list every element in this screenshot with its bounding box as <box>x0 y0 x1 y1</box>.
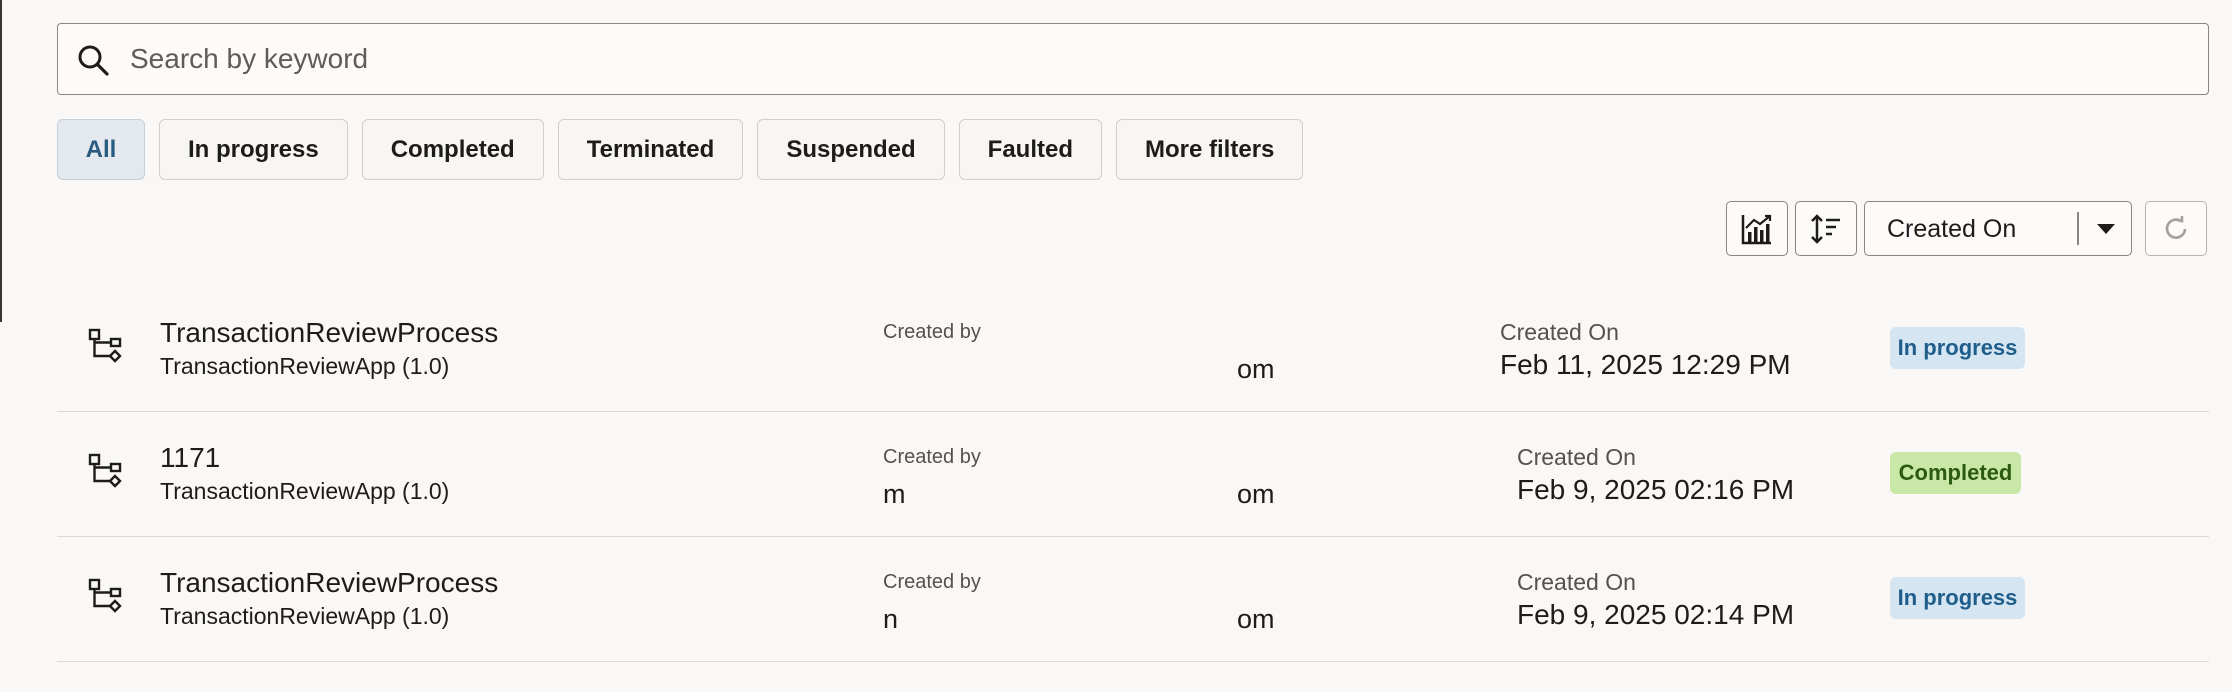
sort-order-icon <box>1811 213 1840 244</box>
chart-icon <box>1741 214 1772 244</box>
created-on-value: Feb 11, 2025 12:29 PM <box>1500 349 1791 380</box>
process-title[interactable]: TransactionReviewProcess <box>160 317 498 349</box>
search-icon <box>78 45 109 76</box>
created-by-value-end: om <box>1237 354 1275 384</box>
process-flow-icon <box>88 578 122 613</box>
created-on-label: Created On <box>1500 319 1619 345</box>
select-divider <box>2077 212 2079 245</box>
status-badge: Completed <box>1890 452 2021 494</box>
application-name: TransactionReviewApp (1.0) <box>160 478 450 504</box>
filter-faulted[interactable]: Faulted <box>958 119 1103 180</box>
created-by-value-start: n <box>883 604 899 634</box>
filter-in-progress[interactable]: In progress <box>159 119 348 180</box>
chevron-down-icon[interactable] <box>2095 222 2117 236</box>
row-divider <box>57 660 2209 662</box>
process-flow-icon <box>88 328 122 363</box>
created-by-label: Created by <box>883 571 981 593</box>
application-name: TransactionReviewApp (1.0) <box>160 603 450 629</box>
table-row[interactable]: TransactionReviewProcess TransactionRevi… <box>57 287 2209 412</box>
search-box[interactable] <box>57 23 2209 95</box>
created-by-label: Created by <box>883 321 981 343</box>
status-badge: In progress <box>1890 577 2025 619</box>
created-on-label: Created On <box>1517 444 1636 470</box>
status-badge: In progress <box>1890 327 2025 369</box>
filter-suspended[interactable]: Suspended <box>757 119 945 180</box>
refresh-button[interactable] <box>2145 201 2207 256</box>
filter-completed[interactable]: Completed <box>361 119 544 180</box>
sort-field-value: Created On <box>1887 215 2017 243</box>
process-flow-icon <box>88 453 122 488</box>
application-name: TransactionReviewApp (1.0) <box>160 353 450 379</box>
left-edge-bar <box>0 0 2 322</box>
created-by-value-end: om <box>1237 479 1275 509</box>
refresh-icon <box>2165 215 2187 239</box>
filter-chips: All In progress Completed Terminated Sus… <box>57 119 1317 180</box>
created-on-label: Created On <box>1517 569 1636 595</box>
filter-terminated[interactable]: Terminated <box>557 119 744 180</box>
sort-order-button[interactable] <box>1795 201 1857 256</box>
table-row[interactable]: TransactionReviewProcess TransactionRevi… <box>57 537 2209 662</box>
sort-field-select[interactable]: Created On <box>1864 201 2132 256</box>
chart-button[interactable] <box>1726 201 1788 256</box>
process-title[interactable]: 1171 <box>160 442 220 474</box>
process-title[interactable]: TransactionReviewProcess <box>160 567 498 599</box>
created-by-label: Created by <box>883 446 981 468</box>
created-by-value-start: m <box>883 479 906 509</box>
created-by-value-end: om <box>1237 604 1275 634</box>
created-on-value: Feb 9, 2025 02:14 PM <box>1517 599 1795 630</box>
table-row[interactable]: 1171 TransactionReviewApp (1.0) Created … <box>57 412 2209 537</box>
created-on-value: Feb 9, 2025 02:16 PM <box>1517 474 1795 505</box>
filter-all[interactable]: All <box>57 119 145 180</box>
more-filters-button[interactable]: More filters <box>1116 119 1304 180</box>
search-input[interactable] <box>128 24 2190 93</box>
